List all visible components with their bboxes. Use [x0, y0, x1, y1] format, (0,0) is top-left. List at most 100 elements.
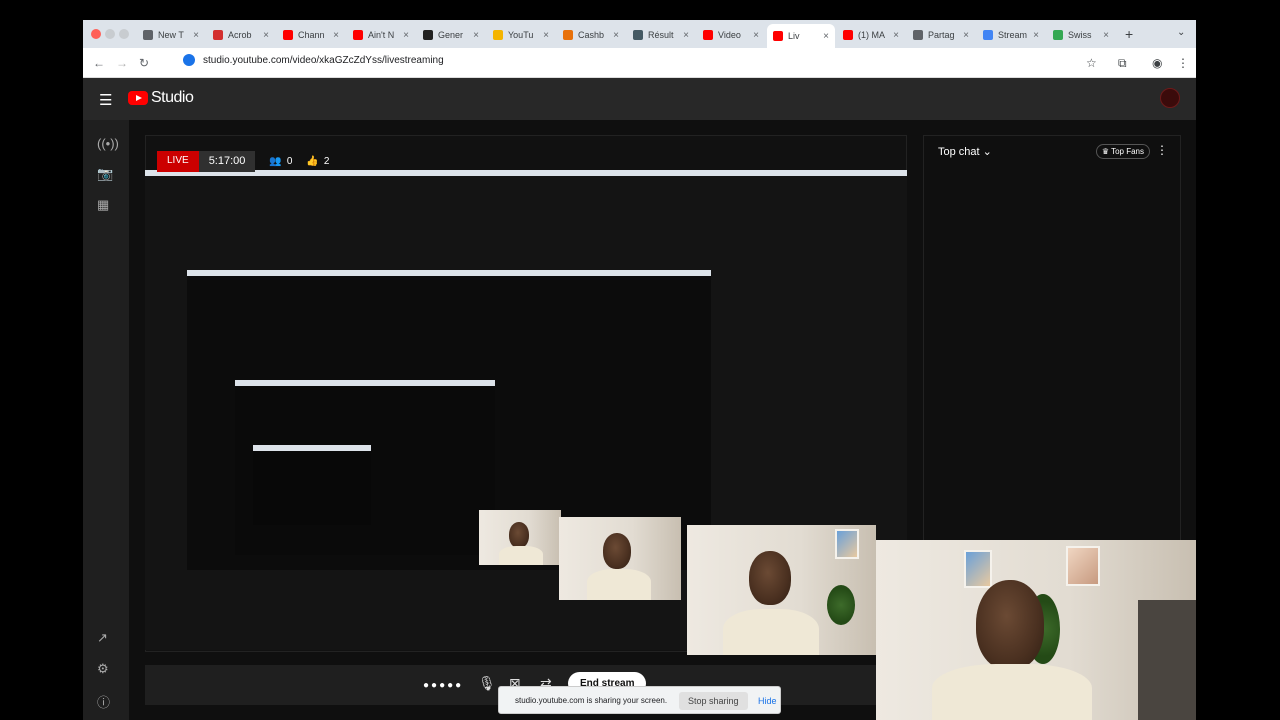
browser-tab[interactable]: Stream × — [977, 24, 1045, 46]
browser-tab[interactable]: (1) MA × — [837, 24, 905, 46]
hamburger-menu-icon[interactable]: ☰ — [99, 91, 112, 109]
close-window-dot[interactable] — [91, 29, 101, 39]
tab-close-icon[interactable]: × — [753, 30, 759, 41]
nested-screen-4 — [253, 445, 371, 525]
avatar[interactable] — [1160, 88, 1180, 108]
audio-level-indicator: ●●●●● — [423, 680, 464, 691]
tab-favicon-icon — [353, 30, 363, 40]
tab-favicon-icon — [1053, 30, 1063, 40]
tab-close-icon[interactable]: × — [1033, 30, 1039, 41]
browser-tab[interactable]: Video × — [697, 24, 765, 46]
profile-icon[interactable]: ◉ — [1152, 56, 1162, 70]
webcam-tile-large — [876, 540, 1196, 720]
tab-favicon-icon — [213, 30, 223, 40]
youtube-play-icon — [128, 91, 148, 105]
tab-close-icon[interactable]: × — [403, 30, 409, 41]
browser-tab[interactable]: Acrob × — [207, 24, 275, 46]
tab-close-icon[interactable]: × — [893, 30, 899, 41]
tab-label: Gener — [438, 30, 464, 40]
top-fans-button[interactable]: ♛ Top Fans — [1095, 144, 1150, 159]
share-arrow-icon[interactable]: ↗ — [97, 630, 108, 646]
tab-favicon-icon — [843, 30, 853, 40]
site-info-icon[interactable] — [183, 54, 195, 66]
studio-logo[interactable]: Studio — [128, 89, 194, 107]
browser-tab[interactable]: Cashb × — [557, 24, 625, 46]
url-field[interactable]: studio.youtube.com/video/xkaGZcZdYss/liv… — [183, 54, 444, 66]
browser-tab[interactable]: Partag × — [907, 24, 975, 46]
likes-stat: 👍 2 — [306, 156, 329, 167]
microphone-icon[interactable]: 🎙 — [478, 675, 496, 692]
browser-tab[interactable]: Swiss × — [1047, 24, 1115, 46]
back-icon[interactable]: ← — [93, 56, 105, 70]
top-chat-label: Top chat — [938, 146, 980, 158]
tab-favicon-icon — [493, 30, 503, 40]
browser-tab[interactable]: New T × — [137, 24, 205, 46]
browser-tab[interactable]: Résult × — [627, 24, 695, 46]
tab-label: Liv — [788, 31, 800, 41]
tab-close-icon[interactable]: × — [1103, 30, 1109, 41]
tab-close-icon[interactable]: × — [823, 31, 829, 42]
tab-label: Résult — [648, 30, 674, 40]
stop-sharing-button[interactable]: Stop sharing — [679, 692, 748, 710]
screen: New T × Acrob × Chann × Ain't N × Gener × YouTu × Ca… — [83, 20, 1196, 720]
feedback-icon[interactable]: ⓘ — [97, 692, 110, 711]
tab-close-icon[interactable]: × — [683, 30, 689, 41]
tab-favicon-icon — [633, 30, 643, 40]
tab-label: New T — [158, 30, 184, 40]
browser-tab[interactable]: Liv × — [767, 24, 835, 48]
reload-icon[interactable]: ↻ — [139, 56, 149, 70]
tab-search-icon[interactable]: ⌄ — [1177, 27, 1185, 38]
bookmark-star-icon[interactable]: ☆ — [1086, 56, 1097, 70]
tab-close-icon[interactable]: × — [613, 30, 619, 41]
browser-menu-icon[interactable]: ⋮ — [1177, 56, 1189, 70]
camera-icon[interactable]: 📷 — [97, 166, 113, 182]
tab-favicon-icon — [423, 30, 433, 40]
tab-favicon-icon — [773, 31, 783, 41]
forward-icon[interactable]: → — [116, 56, 128, 70]
chat-more-icon[interactable]: ⋮ — [1156, 143, 1168, 157]
browser-tab[interactable]: YouTu × — [487, 24, 555, 46]
tab-favicon-icon — [563, 30, 573, 40]
address-bar: ← → ↻ studio.youtube.com/video/xkaGZcZdY… — [83, 48, 1196, 78]
tab-close-icon[interactable]: × — [333, 30, 339, 41]
tab-close-icon[interactable]: × — [963, 30, 969, 41]
tab-favicon-icon — [283, 30, 293, 40]
maximize-window-dot[interactable] — [119, 29, 129, 39]
url-text: studio.youtube.com/video/xkaGZcZdYss/liv… — [203, 54, 444, 66]
extensions-icon[interactable]: ⧉ — [1118, 56, 1127, 71]
minimize-window-dot[interactable] — [105, 29, 115, 39]
settings-icon[interactable]: ⚙ — [97, 661, 109, 677]
browser-tab[interactable]: Ain't N × — [347, 24, 415, 46]
webcam-tile-medium — [687, 525, 876, 655]
tab-label: Partag — [928, 30, 955, 40]
tab-label: Video — [718, 30, 741, 40]
new-tab-button[interactable]: + — [1125, 26, 1133, 42]
browser-tab[interactable]: Chann × — [277, 24, 345, 46]
tab-label: YouTu — [508, 30, 534, 40]
screen-sharing-notice: studio.youtube.com is sharing your scree… — [498, 686, 781, 714]
tab-close-icon[interactable]: × — [473, 30, 479, 41]
tab-favicon-icon — [143, 30, 153, 40]
tab-label: Stream — [998, 30, 1028, 40]
tab-favicon-icon — [703, 30, 713, 40]
hide-button[interactable]: Hide — [758, 696, 777, 706]
tab-label: Cashb — [578, 30, 605, 40]
tab-close-icon[interactable]: × — [263, 30, 269, 41]
tab-label: Ain't N — [368, 30, 395, 40]
browser-tab[interactable]: Gener × — [417, 24, 485, 46]
sharing-text: studio.youtube.com is sharing your scree… — [515, 696, 668, 705]
live-status-row: LIVE 5:17:00 👥 0 👍 2 — [157, 151, 329, 172]
stream-icon[interactable]: ((•)) — [97, 136, 119, 151]
tab-strip: New T × Acrob × Chann × Ain't N × Gener × YouTu × Ca… — [83, 20, 1196, 48]
viewers-icon: 👥 — [269, 156, 282, 167]
tab-favicon-icon — [983, 30, 993, 40]
studio-header: ☰ Studio — [83, 78, 1196, 120]
tab-close-icon[interactable]: × — [193, 30, 199, 41]
tab-label: (1) MA — [858, 30, 885, 40]
calendar-icon[interactable]: ▦ — [97, 197, 109, 213]
live-time: 5:17:00 — [198, 151, 256, 172]
tab-close-icon[interactable]: × — [543, 30, 549, 41]
top-chat-dropdown[interactable]: Top chat ⌄ — [938, 145, 992, 158]
viewers-stat: 👥 0 — [269, 156, 292, 167]
likes-count: 2 — [323, 156, 330, 167]
